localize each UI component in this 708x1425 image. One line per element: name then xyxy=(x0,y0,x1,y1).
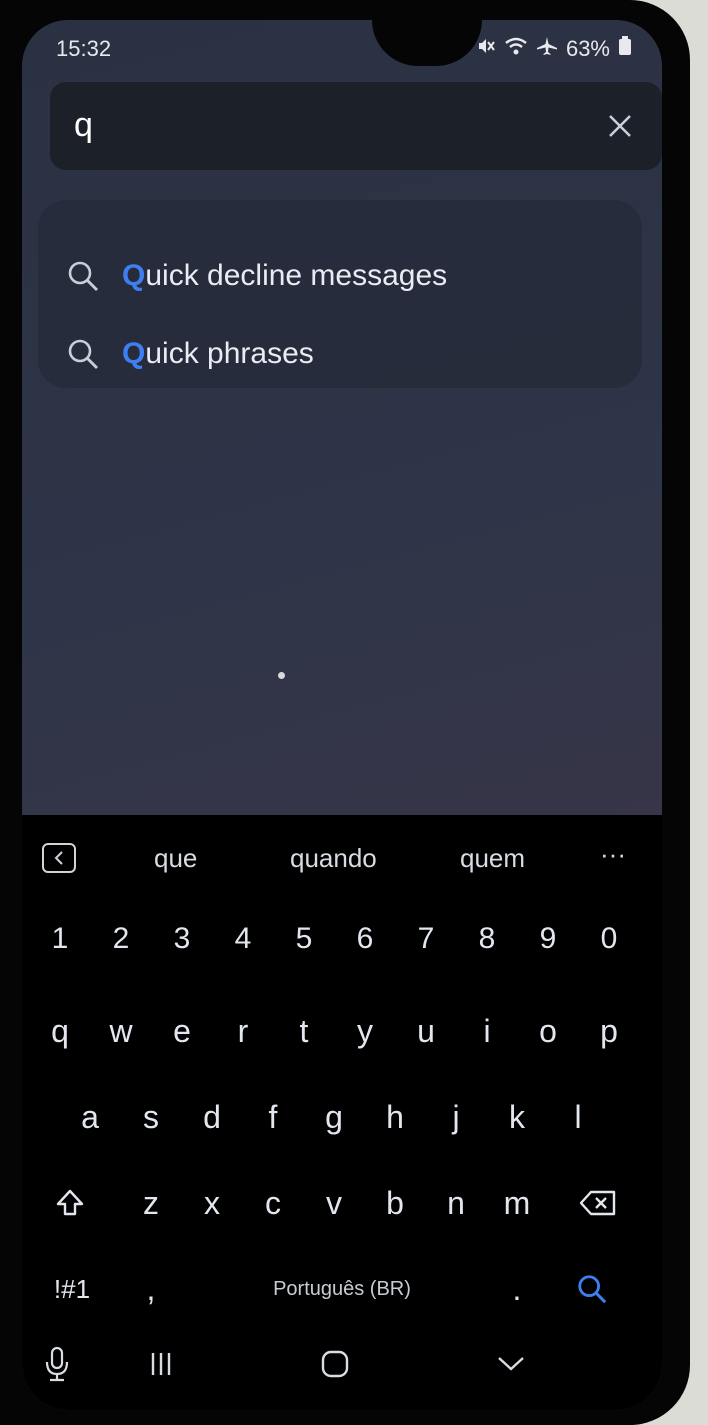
key-l[interactable]: l xyxy=(548,1081,608,1153)
navigation-bar xyxy=(22,1328,662,1410)
airplane-icon xyxy=(536,36,558,62)
chevron-left-icon xyxy=(54,851,63,865)
search-icon xyxy=(578,1275,607,1304)
hide-keyboard-button[interactable] xyxy=(488,1338,534,1390)
home-button[interactable] xyxy=(312,1338,358,1390)
keyboard-suggestion-bar: que quando quem ··· xyxy=(22,815,662,905)
key-o[interactable]: o xyxy=(518,995,578,1067)
key-8[interactable]: 8 xyxy=(457,903,517,975)
key-x[interactable]: x xyxy=(182,1167,242,1239)
suggestion-quick-decline-messages[interactable]: Quick decline messages xyxy=(66,246,447,306)
period-key[interactable]: . xyxy=(487,1253,547,1325)
key-s[interactable]: s xyxy=(121,1081,181,1153)
key-m[interactable]: m xyxy=(487,1167,547,1239)
status-icons: 63% xyxy=(476,36,632,62)
keyboard-area: que quando quem ··· 1 2 3 4 5 6 7 8 9 0 xyxy=(22,815,662,1410)
toolbar-back-button[interactable] xyxy=(42,843,76,873)
suggestion-text: uick phrases xyxy=(145,337,314,370)
key-d[interactable]: d xyxy=(182,1081,242,1153)
key-t[interactable]: t xyxy=(274,995,334,1067)
key-y[interactable]: y xyxy=(335,995,395,1067)
suggestion-quick-phrases[interactable]: Quick phrases xyxy=(66,324,314,384)
key-i[interactable]: i xyxy=(457,995,517,1067)
hide-keyboard-icon xyxy=(498,1357,524,1371)
word-suggestion[interactable]: que xyxy=(154,843,197,874)
key-q[interactable]: q xyxy=(30,995,90,1067)
word-suggestion[interactable]: quem xyxy=(460,843,525,874)
suggestion-highlight: Q xyxy=(122,259,146,292)
shift-key[interactable] xyxy=(40,1167,100,1239)
home-icon xyxy=(321,1350,349,1378)
close-icon xyxy=(609,115,631,137)
key-2[interactable]: 2 xyxy=(91,903,151,975)
key-p[interactable]: p xyxy=(579,995,639,1067)
key-9[interactable]: 9 xyxy=(518,903,578,975)
key-a[interactable]: a xyxy=(60,1081,120,1153)
key-z[interactable]: z xyxy=(121,1167,181,1239)
letter-row-1: q w e r t y u i o p xyxy=(22,995,662,1075)
key-g[interactable]: g xyxy=(304,1081,364,1153)
space-key[interactable]: Português (BR) xyxy=(182,1253,502,1325)
number-row: 1 2 3 4 5 6 7 8 9 0 xyxy=(22,903,662,983)
key-4[interactable]: 4 xyxy=(213,903,273,975)
shift-icon xyxy=(56,1189,84,1216)
backspace-icon xyxy=(579,1190,616,1216)
wifi-icon xyxy=(504,36,528,62)
search-icon xyxy=(68,261,98,291)
phone-frame: 15:32 63% q Q uick decline messages Q ui… xyxy=(0,0,690,1425)
key-6[interactable]: 6 xyxy=(335,903,395,975)
backspace-key[interactable] xyxy=(568,1167,628,1239)
search-input[interactable]: q xyxy=(74,106,93,145)
key-5[interactable]: 5 xyxy=(274,903,334,975)
symbols-key[interactable]: !#1 xyxy=(42,1253,102,1325)
screen: 15:32 63% q Q uick decline messages Q ui… xyxy=(22,20,662,1410)
key-b[interactable]: b xyxy=(365,1167,425,1239)
key-1[interactable]: 1 xyxy=(30,903,90,975)
word-suggestion[interactable]: quando xyxy=(290,843,377,874)
key-h[interactable]: h xyxy=(365,1081,425,1153)
suggestion-text: uick decline messages xyxy=(145,259,448,292)
comma-key[interactable]: , xyxy=(121,1253,181,1325)
key-k[interactable]: k xyxy=(487,1081,547,1153)
battery-icon xyxy=(618,36,632,62)
page-dot xyxy=(278,672,285,679)
key-0[interactable]: 0 xyxy=(579,903,639,975)
status-bar: 15:32 63% xyxy=(22,34,662,62)
key-j[interactable]: j xyxy=(426,1081,486,1153)
key-r[interactable]: r xyxy=(213,995,273,1067)
search-field[interactable]: q xyxy=(50,82,662,170)
key-n[interactable]: n xyxy=(426,1167,486,1239)
search-suggestions: Quick decline messages Quick phrases xyxy=(38,200,642,388)
recent-apps-button[interactable] xyxy=(138,1338,184,1390)
key-f[interactable]: f xyxy=(243,1081,303,1153)
search-icon xyxy=(68,339,98,369)
search-key[interactable] xyxy=(562,1253,622,1325)
voice-input-button[interactable] xyxy=(34,1338,80,1390)
keyboard: 1 2 3 4 5 6 7 8 9 0 q w e r t y u i o p … xyxy=(22,903,662,1343)
key-w[interactable]: w xyxy=(91,995,151,1067)
key-c[interactable]: c xyxy=(243,1167,303,1239)
status-time: 15:32 xyxy=(56,36,112,61)
letter-row-2: a s d f g h j k l xyxy=(22,1081,662,1161)
key-e[interactable]: e xyxy=(152,995,212,1067)
clear-search-button[interactable] xyxy=(596,98,644,154)
mute-icon xyxy=(476,36,496,62)
key-v[interactable]: v xyxy=(304,1167,364,1239)
suggestion-highlight: Q xyxy=(122,337,146,370)
key-7[interactable]: 7 xyxy=(396,903,456,975)
battery-percent: 63% xyxy=(565,36,610,61)
more-options-button[interactable]: ··· xyxy=(590,839,636,875)
letter-row-3: z x c v b n m xyxy=(22,1167,662,1247)
recent-apps-icon xyxy=(151,1353,171,1375)
microphone-icon xyxy=(45,1346,69,1382)
key-u[interactable]: u xyxy=(396,995,456,1067)
key-3[interactable]: 3 xyxy=(152,903,212,975)
bottom-row: !#1 , Português (BR) . xyxy=(22,1253,662,1333)
